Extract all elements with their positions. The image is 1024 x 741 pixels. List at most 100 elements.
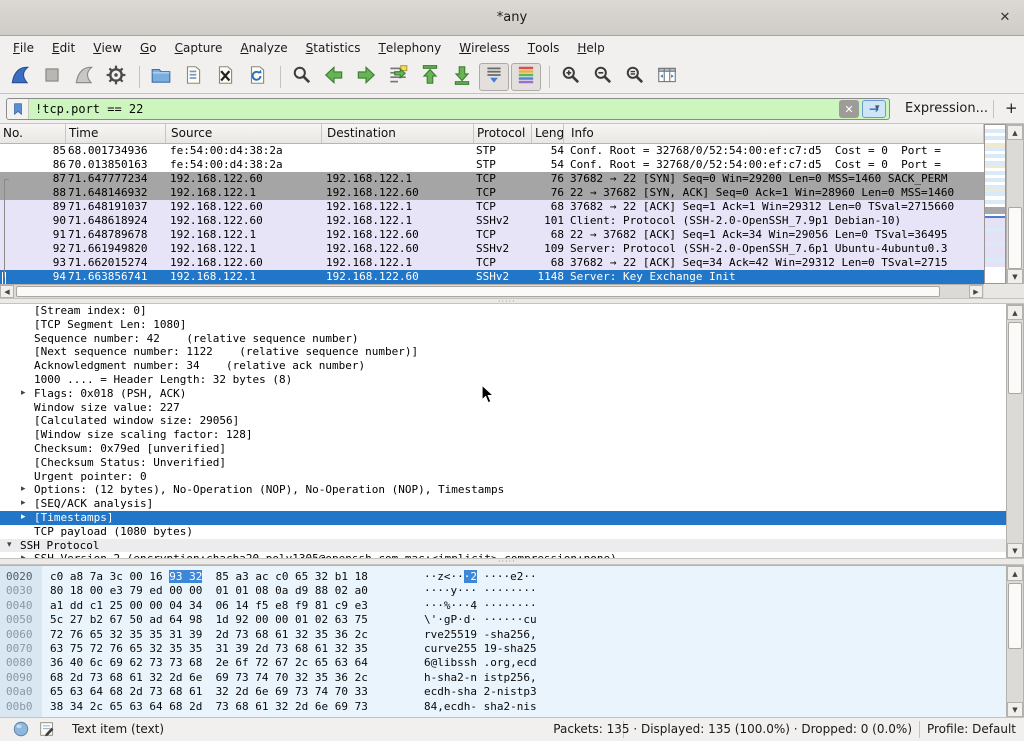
detail-line-14[interactable]: ▸[SEQ/ACK analysis] (0, 497, 1006, 511)
pane-splitter-bottom[interactable]: ····· (0, 558, 1024, 565)
zoom-out-button[interactable] (588, 63, 618, 91)
detail-line-11[interactable]: [Checksum Status: Unverified] (0, 456, 1006, 470)
expert-info-icon[interactable] (12, 720, 32, 740)
colorize-button[interactable] (511, 63, 541, 91)
hex-vertical-scrollbar[interactable]: ▲ ▼ (1006, 565, 1024, 717)
collapsed-arrow-icon[interactable]: ▸ (21, 483, 26, 497)
collapsed-arrow-icon[interactable]: ▸ (21, 387, 26, 401)
packet-list-horizontal-scrollbar[interactable]: ◀ ▶ (0, 284, 984, 298)
collapsed-arrow-icon[interactable]: ▸ (21, 511, 26, 525)
scroll-down-icon[interactable]: ▼ (1007, 543, 1023, 558)
hex-row-0090[interactable]: 009068 2d 73 68 61 32 2d 6e 69 73 74 70 … (0, 671, 1006, 685)
detail-line-1[interactable]: [TCP Segment Len: 1080] (0, 318, 1006, 332)
packet-row-85[interactable]: 8568.001734936fe:54:00:d4:38:2aSTP54Conf… (0, 144, 984, 158)
packet-row-94[interactable]: 9471.663856741192.168.122.1192.168.122.6… (0, 270, 984, 284)
packet-row-90[interactable]: 9071.648618924192.168.122.60192.168.122.… (0, 214, 984, 228)
scroll-right-icon[interactable]: ▶ (969, 285, 983, 298)
hex-row-0080[interactable]: 008036 40 6c 69 62 73 73 68 2e 6f 72 67 … (0, 656, 1006, 670)
detail-line-9[interactable]: [Window size scaling factor: 128] (0, 428, 1006, 442)
filter-text[interactable]: !tcp.port == 22 (29, 102, 839, 116)
details-scroll-thumb[interactable] (1008, 322, 1022, 394)
detail-line-17[interactable]: ▾SSH Protocol (0, 539, 1006, 553)
scroll-up-icon[interactable]: ▲ (1007, 125, 1023, 140)
detail-line-7[interactable]: Window size value: 227 (0, 401, 1006, 415)
menu-statistics[interactable]: Statistics (297, 36, 370, 60)
menu-file[interactable]: File (4, 36, 43, 60)
go-back-button[interactable] (319, 63, 349, 91)
scroll-down-icon[interactable]: ▼ (1007, 269, 1023, 284)
restart-capture-button[interactable] (69, 63, 99, 91)
column-header-no[interactable]: No. (0, 124, 66, 144)
scroll-down-icon[interactable]: ▼ (1007, 702, 1023, 717)
menu-capture[interactable]: Capture (166, 36, 232, 60)
detail-line-6[interactable]: ▸Flags: 0x018 (PSH, ACK) (0, 387, 1006, 401)
details-vertical-scrollbar[interactable]: ▲ ▼ (1006, 304, 1024, 558)
add-filter-button[interactable]: + (1005, 99, 1018, 117)
filter-history-dropdown[interactable]: ▾ (875, 103, 880, 113)
zoom-in-button[interactable] (556, 63, 586, 91)
scroll-left-icon[interactable]: ◀ (0, 285, 14, 298)
save-file-button[interactable] (178, 63, 208, 91)
menu-help[interactable]: Help (568, 36, 613, 60)
menu-edit[interactable]: Edit (43, 36, 84, 60)
detail-line-2[interactable]: Sequence number: 42 (relative sequence n… (0, 332, 1006, 346)
filter-clear-button[interactable]: ✕ (839, 100, 859, 118)
detail-line-4[interactable]: Acknowledgment number: 34 (relative ack … (0, 359, 1006, 373)
detail-line-10[interactable]: Checksum: 0x79ed [unverified] (0, 442, 1006, 456)
go-top-button[interactable] (415, 63, 445, 91)
hex-row-0050[interactable]: 00505c 27 b2 67 50 ad 64 98 1d 92 00 00 … (0, 613, 1006, 627)
auto-scroll-button[interactable] (479, 63, 509, 91)
hex-row-00a0[interactable]: 00a065 63 64 68 2d 73 68 61 32 2d 6e 69 … (0, 685, 1006, 699)
packet-row-89[interactable]: 8971.648191037192.168.122.60192.168.122.… (0, 200, 984, 214)
hex-row-0020[interactable]: 0020c0 a8 7a 3c 00 16 93 32 85 a3 ac c0 … (0, 570, 1006, 584)
collapsed-arrow-icon[interactable]: ▸ (21, 497, 26, 511)
column-header-length[interactable]: Length (532, 124, 564, 144)
packet-row-93[interactable]: 9371.662015274192.168.122.60192.168.122.… (0, 256, 984, 270)
packet-row-91[interactable]: 9171.648789678192.168.122.1192.168.122.6… (0, 228, 984, 242)
column-header-time[interactable]: Time (66, 124, 166, 144)
reload-file-button[interactable] (242, 63, 272, 91)
detail-line-0[interactable]: [Stream index: 0] (0, 304, 1006, 318)
capture-options-button[interactable] (101, 63, 131, 91)
column-header-destination[interactable]: Destination (324, 124, 474, 144)
go-to-packet-button[interactable] (383, 63, 413, 91)
scroll-up-icon[interactable]: ▲ (1007, 566, 1023, 581)
capture-comment-icon[interactable] (38, 720, 58, 740)
zoom-100-button[interactable] (620, 63, 650, 91)
menu-view[interactable]: View (84, 36, 131, 60)
hex-scroll-thumb[interactable] (1008, 583, 1022, 649)
packet-list-hscroll-thumb[interactable] (16, 286, 940, 297)
column-header-info[interactable]: Info (568, 124, 984, 144)
scroll-up-icon[interactable]: ▲ (1007, 305, 1023, 320)
display-filter-input[interactable]: !tcp.port == 22 ✕ → (6, 98, 890, 120)
menu-telephony[interactable]: Telephony (370, 36, 451, 60)
packet-list-scroll-thumb[interactable] (1008, 207, 1022, 269)
packet-list-header[interactable]: No.TimeSourceDestinationProtocolLengthIn… (0, 124, 984, 144)
column-header-protocol[interactable]: Protocol (474, 124, 532, 144)
close-window-button[interactable]: ✕ (996, 9, 1014, 27)
hex-row-00b0[interactable]: 00b038 34 2c 65 63 64 68 2d 73 68 61 32 … (0, 700, 1006, 714)
hex-row-0070[interactable]: 007063 75 72 76 65 32 35 35 31 39 2d 73 … (0, 642, 1006, 656)
filter-bookmark-icon[interactable] (7, 99, 29, 119)
detail-line-16[interactable]: TCP payload (1080 bytes) (0, 525, 1006, 539)
open-file-button[interactable] (146, 63, 176, 91)
packet-list-vertical-scrollbar[interactable]: ▲ ▼ (1006, 124, 1024, 284)
expanded-arrow-icon[interactable]: ▾ (7, 539, 12, 553)
packet-row-86[interactable]: 8670.013850163fe:54:00:d4:38:2aSTP54Conf… (0, 158, 984, 172)
go-forward-button[interactable] (351, 63, 381, 91)
packet-row-87[interactable]: 8771.647777234192.168.122.60192.168.122.… (0, 172, 984, 186)
detail-line-8[interactable]: [Calculated window size: 29056] (0, 414, 1006, 428)
go-bottom-button[interactable] (447, 63, 477, 91)
find-packet-button[interactable] (287, 63, 317, 91)
menu-tools[interactable]: Tools (519, 36, 569, 60)
menu-wireless[interactable]: Wireless (450, 36, 518, 60)
detail-line-13[interactable]: ▸Options: (12 bytes), No-Operation (NOP)… (0, 483, 1006, 497)
packet-row-88[interactable]: 8871.648146932192.168.122.1192.168.122.6… (0, 186, 984, 200)
hex-row-0060[interactable]: 006072 76 65 32 35 35 31 39 2d 73 68 61 … (0, 628, 1006, 642)
detail-line-3[interactable]: [Next sequence number: 1122 (relative se… (0, 345, 1006, 359)
detail-line-5[interactable]: 1000 .... = Header Length: 32 bytes (8) (0, 373, 1006, 387)
filter-apply-button[interactable]: → (862, 100, 886, 118)
menu-analyze[interactable]: Analyze (231, 36, 296, 60)
expression-button[interactable]: Expression... (905, 101, 988, 116)
status-profile[interactable]: Profile: Default (927, 722, 1016, 736)
